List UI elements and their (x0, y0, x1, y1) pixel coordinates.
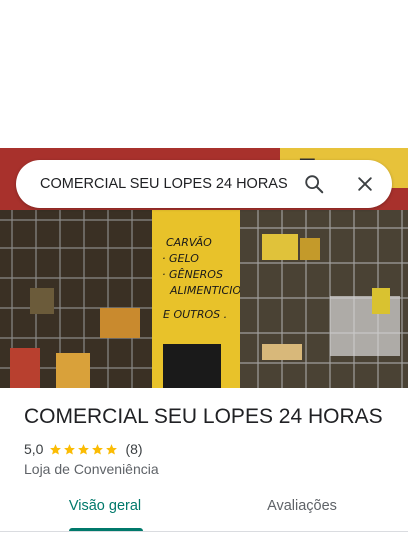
star-icon (64, 443, 76, 455)
search-query[interactable]: COMERCIAL SEU LOPES 24 HORAS (40, 160, 288, 208)
search-bar[interactable]: COMERCIAL SEU LOPES 24 HORAS (16, 160, 392, 208)
tab-reviews[interactable]: Avaliações (256, 498, 348, 534)
rating-stars (49, 443, 119, 456)
star-icon (92, 443, 104, 455)
rating-row[interactable]: 5,0 (8) (24, 441, 143, 457)
sign-line-2: · GELO (162, 252, 199, 265)
search-icon[interactable] (298, 168, 330, 200)
place-category[interactable]: Loja de Conveniência (24, 461, 159, 477)
star-icon (50, 443, 62, 455)
tabs-divider (0, 531, 408, 532)
review-count: (8) (125, 441, 143, 457)
place-title: COMERCIAL SEU LOPES 24 HORAS (24, 405, 383, 428)
sign-line-5: E OUTROS . (163, 308, 227, 321)
sign-line-1: CARVÃO (166, 236, 212, 249)
sign-line-3: · GÊNEROS (162, 268, 223, 281)
rating-value: 5,0 (24, 441, 44, 457)
star-icon (106, 443, 118, 455)
close-icon[interactable] (349, 168, 381, 200)
star-icon (78, 443, 90, 455)
sign-line-4: ALIMENTICIOS (169, 284, 248, 297)
